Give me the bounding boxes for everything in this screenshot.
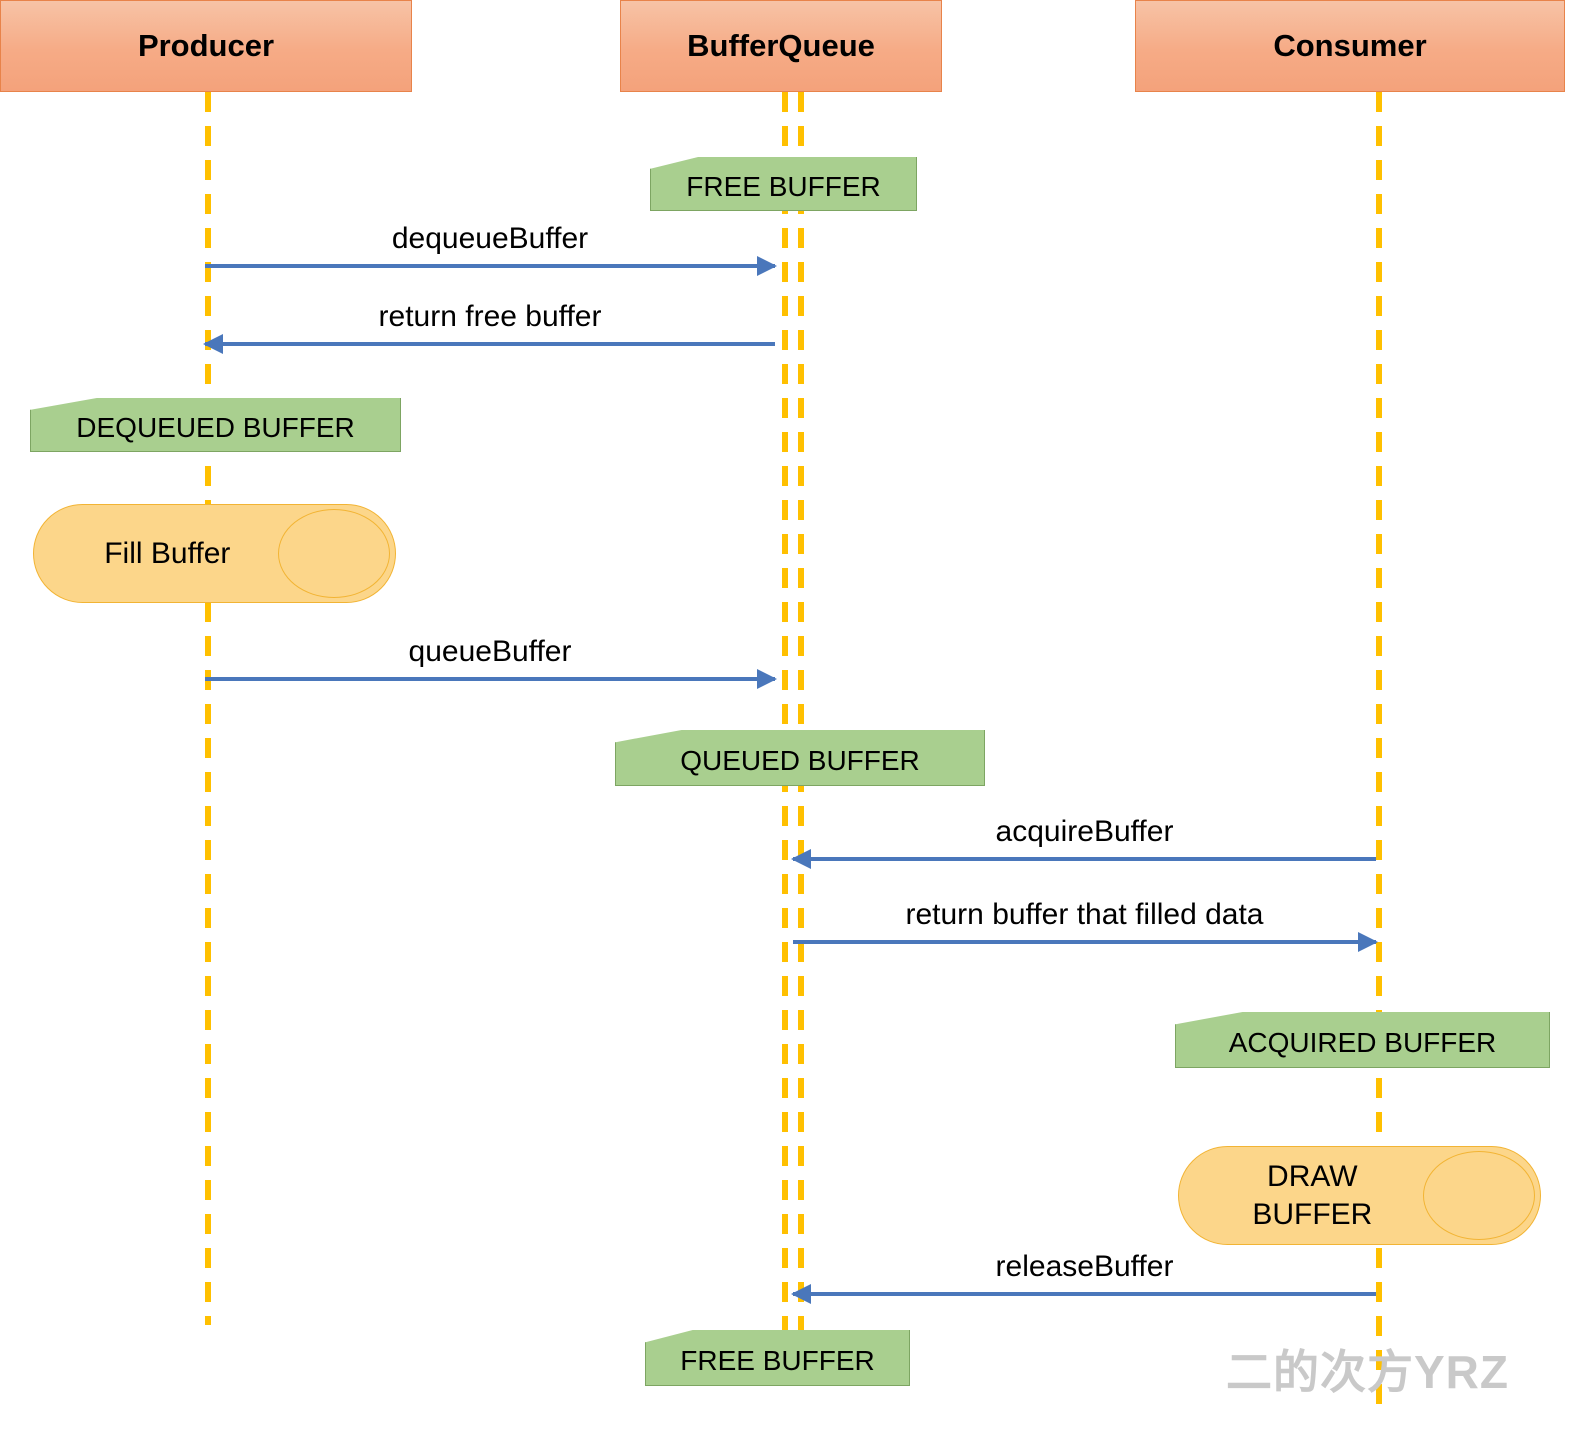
participant-producer-label: Producer (137, 28, 275, 63)
participant-producer[interactable]: Producer (0, 0, 412, 92)
message-line (205, 677, 775, 681)
message-line (793, 857, 1376, 861)
participant-consumer-label: Consumer (1273, 28, 1427, 63)
activity-fill-buffer-label: Fill Buffer (33, 504, 396, 603)
message-label: acquireBuffer (995, 815, 1174, 848)
state-tag-acquired-buffer: ACQUIRED BUFFER (1175, 1012, 1550, 1068)
lifeline-producer (205, 92, 211, 1325)
message-label: releaseBuffer (995, 1250, 1174, 1283)
message-line (205, 264, 775, 268)
message-label: queueBuffer (408, 635, 572, 668)
activity-draw-buffer-label: DRAW BUFFER (1178, 1146, 1541, 1245)
state-tag-label: FREE BUFFER (680, 1344, 875, 1376)
watermark-text: 二的次方YRZ (1226, 1346, 1509, 1398)
activity-label-line: DRAW (1267, 1160, 1358, 1193)
lifeline-bufferqueue-right (798, 92, 804, 1337)
state-tag-free-buffer-top: FREE BUFFER (650, 157, 917, 211)
activity-label-line: Fill Buffer (104, 536, 231, 570)
message-line (793, 940, 1376, 944)
state-tag-queued-buffer: QUEUED BUFFER (615, 730, 985, 786)
activity-fill-buffer: Fill Buffer (33, 504, 396, 603)
activity-draw-buffer: DRAW BUFFER (1178, 1146, 1541, 1245)
message-line (793, 1292, 1376, 1296)
state-tag-label: DEQUEUED BUFFER (76, 411, 355, 443)
message-line (205, 342, 775, 346)
arrowhead-left-icon (791, 1284, 811, 1304)
state-tag-label: ACQUIRED BUFFER (1228, 1026, 1497, 1058)
participant-consumer[interactable]: Consumer (1135, 0, 1565, 92)
participant-bufferqueue[interactable]: BufferQueue (620, 0, 942, 92)
message-label: dequeueBuffer (391, 222, 589, 255)
state-tag-label: FREE BUFFER (686, 170, 881, 202)
state-tag-label: QUEUED BUFFER (680, 744, 920, 776)
activity-label-line: BUFFER (1252, 1197, 1373, 1231)
arrowhead-left-icon (203, 334, 223, 354)
message-label: return free buffer (378, 300, 602, 333)
lifeline-bufferqueue-left (782, 92, 788, 1337)
arrowhead-right-icon (1358, 932, 1378, 952)
arrowhead-right-icon (757, 669, 777, 689)
sequence-diagram-canvas: Producer BufferQueue Consumer FREE BUFFE… (0, 0, 1593, 1435)
state-tag-free-buffer-bottom: FREE BUFFER (645, 1330, 910, 1386)
message-label: return buffer that filled data (905, 898, 1264, 931)
participant-bufferqueue-label: BufferQueue (687, 28, 875, 63)
arrowhead-left-icon (791, 849, 811, 869)
state-tag-dequeued-buffer: DEQUEUED BUFFER (30, 398, 401, 452)
arrowhead-right-icon (757, 256, 777, 276)
